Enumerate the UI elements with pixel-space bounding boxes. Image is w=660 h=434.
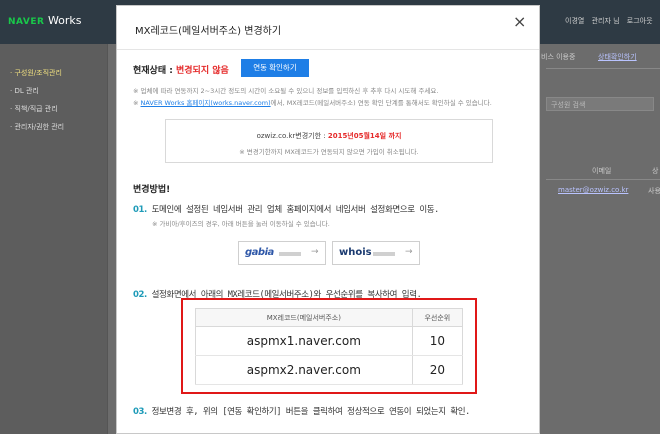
step-text: 정보변경 후, 위의 [연동 확인하기] 버튼을 클릭하여 정상적으로 연동이 …	[146, 407, 471, 417]
column-header-priority: 우선순위	[412, 308, 464, 327]
gabia-link-button[interactable]: gabia →	[238, 241, 326, 265]
table-row: aspmx1.naver.com 10	[195, 326, 464, 356]
member-status: 사용	[648, 187, 660, 195]
status-label: 현재상태 :	[133, 66, 176, 76]
deadline-date: 2015년05월14일 까지	[327, 132, 402, 140]
admin-label[interactable]: 관리자 님	[592, 17, 620, 25]
divider	[117, 49, 539, 50]
whois-link-button[interactable]: whois →	[332, 241, 420, 265]
step-1: 01. 도메인에 설정된 네임서버 관리 업체 홈페이지에서 네임서버 설정화면…	[133, 203, 439, 215]
table-header-row: MX레코드(메일서버주소) 우선순위	[195, 308, 464, 327]
mx-record-cell[interactable]: aspmx2.naver.com	[195, 355, 413, 385]
sidebar-item-positions[interactable]: · 직책/직급 관리	[10, 104, 58, 114]
status-value: 변경되지 않음	[176, 66, 229, 76]
step-text: 도메인에 설정된 네임서버 관리 업체 홈페이지에서 네임서버 설정화면으로 이…	[146, 205, 440, 215]
member-email[interactable]: master@ozwiz.co.kr	[558, 186, 628, 194]
sidebar-item-members[interactable]: · 구성원/조직관리	[10, 68, 62, 78]
deadline-note: ※ 변경기한까지 MX레코드가 연동되지 않으면 가입이 취소됩니다.	[239, 148, 419, 156]
step-1-note: ※ 가비아/후이즈의 경우, 아래 버튼을 눌러 이동하실 수 있습니다.	[152, 220, 330, 228]
step-number: 02.	[133, 290, 147, 300]
service-status-link[interactable]: 상태확인하기	[598, 52, 637, 62]
homepage-link[interactable]: NAVER Works 홈페이지(works.naver.com)	[141, 99, 271, 107]
divider	[546, 179, 660, 180]
table-row: aspmx2.naver.com 20	[195, 355, 464, 385]
placeholder-bar	[279, 252, 301, 256]
service-status-text: 비스 이용중	[541, 53, 576, 61]
close-icon[interactable]: ×	[513, 14, 526, 30]
user-menu: 이경열 관리자 님 로그아웃	[565, 16, 658, 26]
deadline-box: ozwiz.co.kr변경기한 : 2015년05월14일 까지 ※ 변경기한까…	[165, 119, 493, 163]
mx-record-modal: MX레코드(메일서버주소) 변경하기 × 현재상태 : 변경되지 않음 연동 확…	[116, 5, 540, 434]
column-header-status: 상	[652, 167, 659, 175]
mx-record-cell[interactable]: aspmx1.naver.com	[195, 326, 413, 356]
deadline-text: ozwiz.co.kr변경기한 : 2015년05월14일 까지	[166, 131, 492, 141]
sidebar-item-dl[interactable]: · DL 관리	[10, 86, 39, 96]
current-status: 현재상태 : 변경되지 않음	[133, 63, 229, 76]
step-number: 03.	[133, 407, 147, 417]
step-3: 03. 정보변경 후, 위의 [연동 확인하기] 버튼을 클릭하여 정상적으로 …	[133, 405, 470, 417]
placeholder-bar	[373, 252, 395, 256]
note-delay: ※ 업체에 따라 연동까지 2~3시간 정도의 시간이 소요될 수 있으니 정보…	[133, 87, 439, 95]
priority-cell[interactable]: 10	[412, 326, 464, 356]
logout-link[interactable]: 로그아웃	[627, 17, 653, 25]
gabia-logo: gabia	[245, 247, 274, 258]
step-number: 01.	[133, 205, 147, 215]
mx-record-table: MX레코드(메일서버주소) 우선순위 aspmx1.naver.com 10 a…	[195, 308, 464, 385]
sidebar-item-admin[interactable]: · 관리자/권한 관리	[10, 122, 64, 132]
column-header-mx: MX레코드(메일서버주소)	[195, 308, 413, 327]
divider	[546, 68, 660, 69]
whois-logo: whois	[339, 247, 372, 258]
column-header-email: 이메일	[592, 167, 612, 175]
member-search-input[interactable]: 구성원 검색	[546, 97, 654, 111]
note-homepage: ※ NAVER Works 홈페이지(works.naver.com)에서, M…	[133, 99, 492, 107]
priority-cell[interactable]: 20	[412, 355, 464, 385]
confirm-link-button[interactable]: 연동 확인하기	[241, 59, 309, 77]
method-heading: 변경방법!	[133, 185, 171, 195]
naver-works-logo[interactable]: NAVER Works	[8, 14, 82, 27]
modal-title: MX레코드(메일서버주소) 변경하기	[135, 26, 282, 37]
arrow-right-icon: →	[405, 247, 413, 257]
user-name[interactable]: 이경열	[565, 17, 584, 25]
sidebar: · 구성원/조직관리 · DL 관리 · 직책/직급 관리 · 관리자/권한 관…	[0, 44, 108, 434]
arrow-right-icon: →	[311, 247, 319, 257]
domain-label: ozwiz.co.kr변경기한 :	[256, 132, 328, 140]
